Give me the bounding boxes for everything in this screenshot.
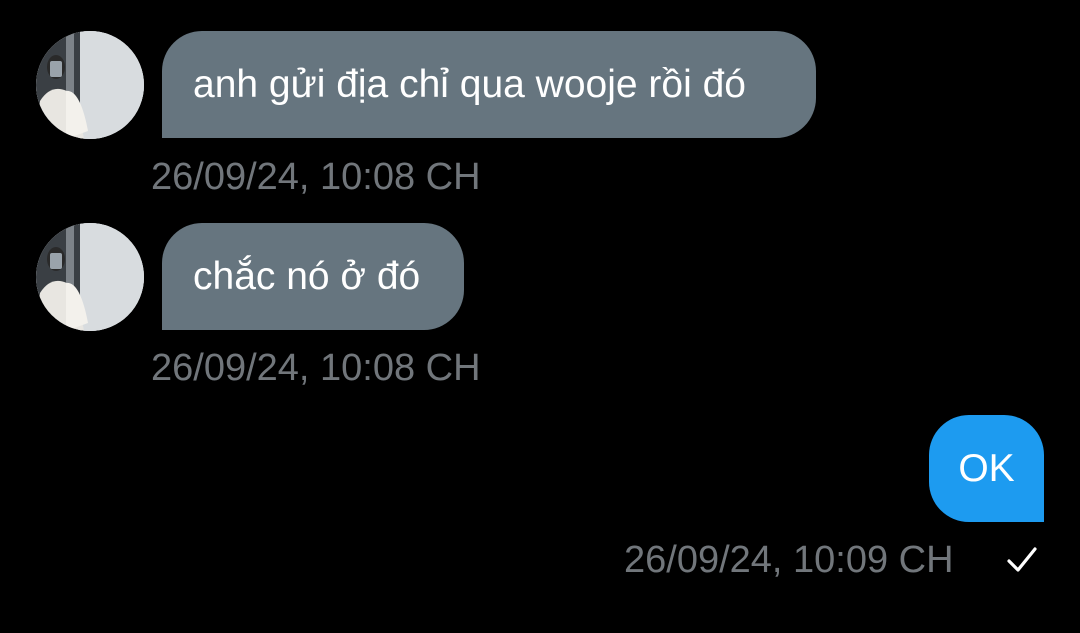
message-timestamp: 26/09/24, 10:08 CH	[151, 156, 481, 198]
check-icon	[1007, 547, 1037, 572]
message-text: OK	[958, 447, 1015, 490]
message-timestamp: 26/09/24, 10:09 CH	[624, 539, 954, 581]
avatar-photo-icon	[36, 223, 144, 331]
message-bubble[interactable]: chắc nó ở đó	[162, 223, 464, 330]
message-text: chắc nó ở đó	[193, 255, 421, 298]
avatar-photo-icon	[36, 31, 144, 139]
message-bubble[interactable]: OK	[929, 415, 1044, 522]
sender-avatar[interactable]	[36, 31, 144, 139]
message-bubble[interactable]: anh gửi địa chỉ qua wooje rồi đó	[162, 31, 816, 138]
message-text: anh gửi địa chỉ qua wooje rồi đó	[193, 63, 746, 106]
message-timestamp: 26/09/24, 10:08 CH	[151, 347, 481, 389]
sender-avatar[interactable]	[36, 223, 144, 331]
